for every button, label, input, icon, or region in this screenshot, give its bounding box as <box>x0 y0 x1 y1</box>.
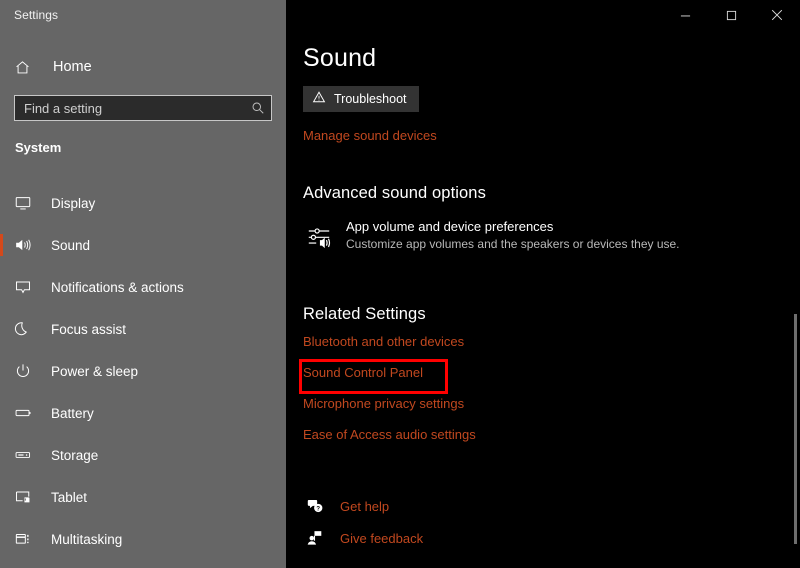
sidebar-item-storage[interactable]: Storage <box>0 434 286 476</box>
svg-text:?: ? <box>316 507 320 513</box>
sidebar-label: Battery <box>51 406 94 421</box>
sidebar-nav: Display Sound <box>0 182 286 560</box>
troubleshoot-button[interactable]: Troubleshoot <box>303 86 419 112</box>
speaker-icon <box>14 235 40 255</box>
minimize-button[interactable] <box>662 0 708 30</box>
ease-of-access-audio-settings-link[interactable]: Ease of Access audio settings <box>303 427 476 442</box>
sidebar-label: Power & sleep <box>51 364 138 379</box>
multitasking-icon <box>14 529 40 549</box>
advanced-sound-options-heading: Advanced sound options <box>303 184 486 203</box>
battery-icon <box>14 403 40 423</box>
sidebar-label: Sound <box>51 238 90 253</box>
app-title: Settings <box>14 8 58 22</box>
sidebar-label: Focus assist <box>51 322 126 337</box>
bluetooth-and-other-devices-link[interactable]: Bluetooth and other devices <box>303 334 476 349</box>
sidebar: Settings Home Find a setting System <box>0 0 286 568</box>
volume-mixer-icon <box>306 219 338 254</box>
vertical-scrollbar[interactable] <box>794 314 797 544</box>
storage-icon <box>14 445 40 465</box>
window-controls <box>640 0 800 30</box>
sidebar-item-tablet[interactable]: Tablet <box>0 476 286 518</box>
warning-triangle-icon <box>312 90 326 109</box>
microphone-privacy-settings-link[interactable]: Microphone privacy settings <box>303 396 476 411</box>
sidebar-label: Notifications & actions <box>51 280 184 295</box>
app-volume-and-device-preferences[interactable]: App volume and device preferences Custom… <box>306 219 680 254</box>
page-title: Sound <box>303 44 376 73</box>
help-bubble-icon: ? <box>306 497 332 515</box>
main-content: Sound Troubleshoot Manage sound devices … <box>286 0 800 568</box>
sidebar-group-header: System <box>15 140 61 155</box>
app-volume-subtitle: Customize app volumes and the speakers o… <box>346 237 680 251</box>
sidebar-label: Display <box>51 196 95 211</box>
notification-icon <box>14 277 40 297</box>
moon-icon <box>14 319 40 339</box>
get-help-row[interactable]: ? Get help <box>306 497 423 515</box>
home-icon <box>14 59 42 76</box>
manage-sound-devices-link[interactable]: Manage sound devices <box>303 128 437 143</box>
search-placeholder: Find a setting <box>24 101 251 116</box>
maximize-button[interactable] <box>708 0 754 30</box>
sidebar-item-home[interactable]: Home <box>0 53 286 81</box>
related-settings-heading: Related Settings <box>303 305 426 324</box>
power-icon <box>14 361 40 381</box>
sidebar-item-sound[interactable]: Sound <box>0 224 286 266</box>
sidebar-home-label: Home <box>53 59 92 75</box>
sidebar-label: Storage <box>51 448 98 463</box>
troubleshoot-label: Troubleshoot <box>334 92 407 106</box>
sidebar-item-display[interactable]: Display <box>0 182 286 224</box>
search-input[interactable]: Find a setting <box>14 95 272 121</box>
get-help-link[interactable]: Get help <box>340 499 389 514</box>
search-icon <box>251 101 265 115</box>
app-volume-texts: App volume and device preferences Custom… <box>346 219 680 251</box>
sidebar-label: Tablet <box>51 490 87 505</box>
sidebar-item-power-sleep[interactable]: Power & sleep <box>0 350 286 392</box>
tablet-icon <box>14 487 40 507</box>
help-links: ? Get help Give feedback <box>306 497 423 561</box>
sidebar-item-focus-assist[interactable]: Focus assist <box>0 308 286 350</box>
sidebar-item-battery[interactable]: Battery <box>0 392 286 434</box>
sidebar-item-notifications-actions[interactable]: Notifications & actions <box>0 266 286 308</box>
monitor-icon <box>14 193 40 213</box>
give-feedback-row[interactable]: Give feedback <box>306 529 423 547</box>
settings-window: Settings Home Find a setting System <box>0 0 800 568</box>
related-settings-links: Bluetooth and other devices Sound Contro… <box>303 334 476 458</box>
give-feedback-link[interactable]: Give feedback <box>340 531 423 546</box>
sound-control-panel-link[interactable]: Sound Control Panel <box>303 365 476 380</box>
close-button[interactable] <box>754 0 800 30</box>
app-volume-title: App volume and device preferences <box>346 219 680 234</box>
sidebar-label: Multitasking <box>51 532 122 547</box>
feedback-person-icon <box>306 529 332 547</box>
sidebar-item-multitasking[interactable]: Multitasking <box>0 518 286 560</box>
